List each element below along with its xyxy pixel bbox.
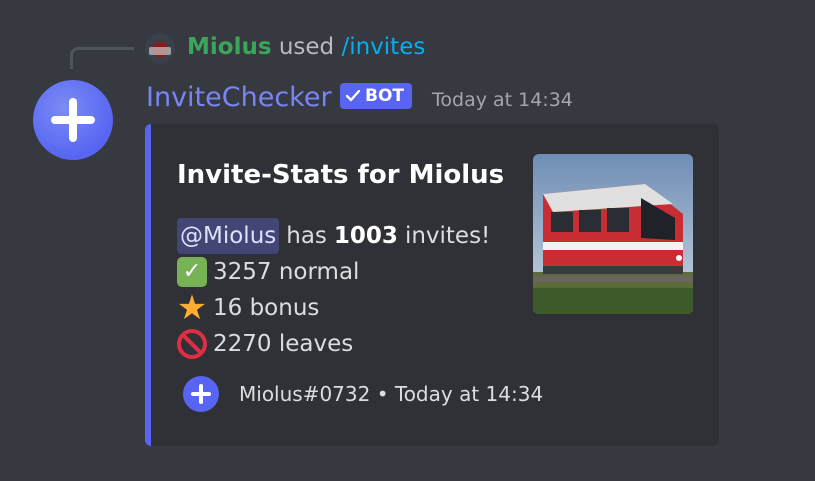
reply-connector [70,47,134,69]
stat-bonus: ★ 16 bonus [177,290,490,326]
footer-user-tag: Miolus#0732 [239,382,371,406]
reply-username[interactable]: Miolus [187,34,272,60]
message-timestamp[interactable]: Today at 14:34 [432,89,573,111]
stat-leaves-text: 2270 leaves [213,331,354,357]
no-entry-icon [177,329,207,359]
invite-count: 1003 [333,223,398,249]
footer-avatar[interactable] [183,376,219,412]
stat-bonus-text: 16 bonus [213,295,320,321]
train-photo [533,154,693,314]
reply-used-label: used [278,34,335,60]
bot-tag: BOT [340,83,413,109]
check-mark-icon: ✓ [177,257,207,287]
bot-tag-label: BOT [365,86,405,106]
embed-footer: Miolus#0732 • Today at 14:34 [239,382,543,406]
stat-normal-text: 3257 normal [213,259,360,285]
reply-reference[interactable]: Miolus used /invites [187,34,425,60]
invites-suffix: invites! [404,223,491,249]
reply-user-avatar[interactable] [145,33,175,63]
stat-leaves: 2270 leaves [177,326,490,362]
bot-avatar[interactable] [33,80,113,160]
user-mention[interactable]: @Miolus [177,218,280,254]
embed-description: @Miolus has 1003 invites! ✓ 3257 normal … [177,218,490,362]
verified-check-icon [346,90,360,102]
star-icon: ★ [176,288,208,328]
invites-summary: @Miolus has 1003 invites! [177,218,490,254]
embed-thumbnail[interactable] [533,154,693,314]
footer-separator: • [376,382,389,406]
has-label: has [286,223,327,249]
footer-timestamp: Today at 14:34 [394,382,544,406]
reply-command[interactable]: /invites [341,34,425,60]
embed: Invite-Stats for Miolus @Miolus has 1003… [145,124,719,446]
message-username[interactable]: InviteChecker [146,82,332,113]
embed-title: Invite-Stats for Miolus [177,160,505,190]
stat-normal: ✓ 3257 normal [177,254,490,290]
